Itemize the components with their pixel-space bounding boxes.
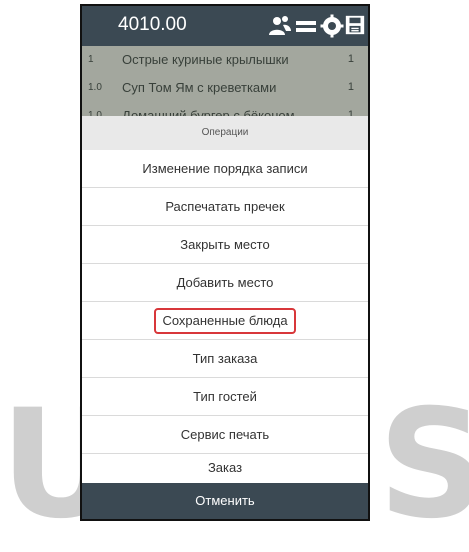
top-bar: 4010.00 [82, 6, 368, 46]
menu-item-order-type[interactable]: Тип заказа [82, 340, 368, 378]
order-row[interactable]: 1.0 Суп Том Ям с креветками 1 [82, 76, 368, 101]
operations-sheet: Операции Изменение порядка записи Распеч… [82, 116, 368, 519]
menu-item-label: Сохраненные блюда [154, 308, 296, 334]
menu-item-change-order[interactable]: Изменение порядка записи [82, 150, 368, 188]
save-icon[interactable] [344, 14, 368, 38]
menu-item-add-seat[interactable]: Добавить место [82, 264, 368, 302]
users-icon[interactable] [268, 14, 292, 38]
menu-item-close-seat[interactable]: Закрыть место [82, 226, 368, 264]
menu-item-label: Добавить место [176, 275, 274, 290]
order-list: 1 Острые куриные крылышки 1 1.0 Суп Том … [82, 46, 368, 123]
phone-screen: 4010.00 1 Острые куриные крылышки 1 1.0 … [80, 4, 370, 521]
menu-item-print-precheck[interactable]: Распечатать пречек [82, 188, 368, 226]
gear-icon[interactable] [320, 14, 344, 38]
menu-item-label: Распечатать пречек [165, 199, 285, 214]
menu-item-label: Заказ [207, 460, 243, 475]
cancel-button[interactable]: Отменить [82, 483, 368, 519]
order-row-number: 1 [88, 54, 94, 65]
menu-item-order[interactable]: Заказ [82, 454, 368, 482]
menu-item-label: Закрыть место [180, 237, 270, 252]
menu-item-label: Тип заказа [192, 351, 258, 366]
order-row-qty: 1 [347, 81, 354, 93]
menu-item-saved-dishes[interactable]: Сохраненные блюда [82, 302, 368, 340]
order-row-qty: 1 [347, 53, 354, 65]
menu-icon[interactable] [294, 14, 318, 38]
menu-item-label: Сервис печать [180, 427, 270, 442]
menu-item-label: Тип гостей [193, 389, 257, 404]
order-total: 4010.00 [118, 14, 187, 35]
order-row-number: 1.0 [88, 82, 102, 93]
order-row[interactable]: 1 Острые куриные крылышки 1 [82, 48, 368, 73]
order-row-name: Суп Том Ям с креветками [122, 80, 277, 95]
menu-item-label: Изменение порядка записи [142, 161, 308, 176]
menu-item-guest-type[interactable]: Тип гостей [82, 378, 368, 416]
menu-item-service-print[interactable]: Сервис печать [82, 416, 368, 454]
watermark-letter-s: S [378, 378, 469, 552]
order-row-name: Острые куриные крылышки [122, 52, 289, 67]
sheet-title: Операции [82, 116, 368, 150]
